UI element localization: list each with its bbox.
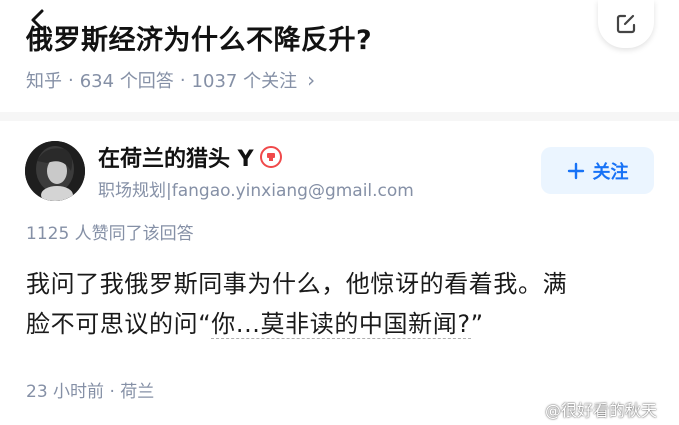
author-name[interactable]: 在荷兰的猎头 Y xyxy=(98,141,282,173)
watermark: @很好看的秋天 xyxy=(521,397,657,421)
award-badge-icon xyxy=(259,146,282,168)
avatar-portrait xyxy=(25,141,85,201)
watermark-text: @很好看的秋天 xyxy=(545,401,658,420)
follow-label: 关注 xyxy=(592,161,629,183)
question-title[interactable]: 俄罗斯经济为什么不降反升? xyxy=(26,18,372,57)
author-name-text: 在荷兰的猎头 Y xyxy=(98,147,254,172)
meta-separator: · xyxy=(68,69,74,91)
section-divider xyxy=(0,112,679,121)
zhihu-answer-page: 俄罗斯经济为什么不降反升? 知乎 · 634 个回答 · 1037 个关注 › … xyxy=(0,0,679,425)
answers-count: 634 个回答 xyxy=(79,71,174,92)
question-meta[interactable]: 知乎 · 634 个回答 · 1037 个关注 › xyxy=(26,67,315,93)
answer-line-2-suffix: ” xyxy=(470,310,484,338)
answer-body[interactable]: 我问了我俄罗斯同事为什么，他惊讶的看着我。满 脸不可思议的问“你...莫非读的中… xyxy=(26,264,626,344)
meta-separator: · xyxy=(179,69,186,91)
weibo-icon xyxy=(521,402,540,417)
answer-highlighted-text[interactable]: 你...莫非读的中国新闻? xyxy=(211,310,471,339)
vote-count: 1125 人赞同了该回答 xyxy=(26,224,194,244)
answer-line-2: 脸不可思议的问“你...莫非读的中国新闻?” xyxy=(26,304,626,344)
answer-timestamp: 23 小时前 · 荷兰 xyxy=(26,382,155,402)
platform-name: 知乎 xyxy=(26,71,62,92)
answer-line-1: 我问了我俄罗斯同事为什么，他惊讶的看着我。满 xyxy=(26,270,568,298)
answer-line-2-prefix: 脸不可思议的问“ xyxy=(26,310,212,338)
chevron-right-icon: › xyxy=(307,68,316,92)
followers-count: 1037 个关注 xyxy=(191,71,298,92)
author-bio: 职场规划|fangao.yinxiang@gmail.com xyxy=(98,181,414,201)
follow-button[interactable]: 关注 xyxy=(541,147,654,194)
author-avatar[interactable] xyxy=(25,141,85,201)
edit-icon xyxy=(616,14,636,34)
plus-icon xyxy=(567,162,584,179)
write-answer-button[interactable] xyxy=(598,0,654,48)
